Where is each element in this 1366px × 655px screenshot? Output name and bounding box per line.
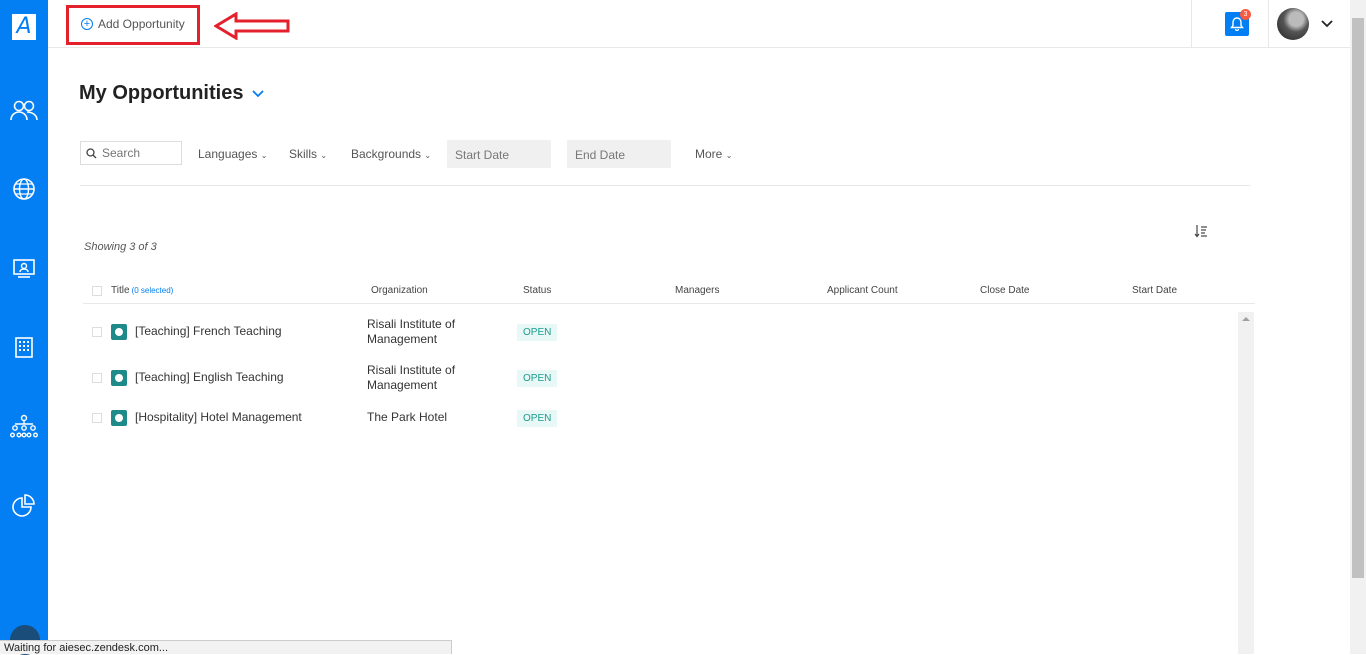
table-header: Title (0 selected) Organization Status Ma…	[83, 280, 1255, 304]
user-avatar[interactable]	[1277, 8, 1309, 40]
globe-icon	[111, 370, 127, 386]
app-logo[interactable]: A	[12, 14, 36, 40]
row-checkbox[interactable]	[92, 373, 102, 383]
column-header-close-date[interactable]: Close Date	[980, 285, 1029, 296]
scroll-up-icon[interactable]	[1238, 312, 1254, 326]
annotation-arrow-icon	[214, 12, 290, 40]
column-header-applicant-count[interactable]: Applicant Count	[827, 285, 898, 296]
row-title[interactable]: [Hospitality] Hotel Management	[135, 410, 302, 424]
search-box[interactable]	[80, 141, 182, 165]
page-scrollbar-thumb[interactable]	[1352, 18, 1364, 578]
notification-count-badge: 3	[1240, 9, 1251, 20]
row-organization: The Park Hotel	[367, 410, 448, 424]
annotation-highlight-box	[66, 5, 200, 45]
monitor-user-icon[interactable]	[9, 253, 39, 283]
column-header-organization[interactable]: Organization	[371, 285, 428, 296]
skills-label: Skills	[289, 147, 318, 161]
table-scrollbar[interactable]	[1238, 312, 1254, 654]
end-date-input[interactable]: End Date	[567, 140, 671, 168]
row-organization: Risali Institute of Management	[367, 363, 456, 392]
pie-chart-icon[interactable]	[9, 490, 39, 520]
globe-icon	[111, 324, 127, 340]
row-title[interactable]: [Teaching] French Teaching	[135, 324, 282, 338]
column-header-title[interactable]: Title (0 selected)	[111, 285, 173, 296]
row-checkbox[interactable]	[92, 413, 102, 423]
column-title-label: Title	[111, 285, 130, 296]
globe-icon[interactable]	[9, 174, 39, 204]
sidebar: A	[0, 0, 48, 654]
hierarchy-icon[interactable]	[9, 411, 39, 441]
row-checkbox[interactable]	[92, 327, 102, 337]
chevron-down-icon[interactable]	[251, 89, 265, 99]
chevron-down-icon: ⌄	[320, 151, 328, 160]
languages-label: Languages	[198, 147, 258, 161]
status-badge: OPEN	[517, 410, 558, 427]
more-label: More	[695, 147, 723, 161]
selected-count: (0 selected)	[131, 286, 174, 295]
column-header-start-date[interactable]: Start Date	[1132, 285, 1177, 296]
skills-dropdown[interactable]: Skills ⌄	[289, 147, 327, 161]
page-title[interactable]: My Opportunities	[79, 82, 265, 105]
filter-bar: Languages ⌄ Skills ⌄ Backgrounds ⌄ Start…	[80, 140, 1250, 186]
results-count: Showing 3 of 3	[84, 241, 157, 253]
building-icon[interactable]	[9, 332, 39, 362]
more-dropdown[interactable]: More ⌄	[695, 147, 732, 161]
globe-icon	[111, 410, 127, 426]
chevron-down-icon[interactable]	[1320, 17, 1334, 31]
status-badge: OPEN	[517, 324, 558, 341]
select-all-checkbox[interactable]	[92, 286, 102, 296]
backgrounds-dropdown[interactable]: Backgrounds ⌄	[351, 147, 431, 161]
chevron-down-icon: ⌄	[424, 151, 432, 160]
table-row[interactable]: [Hospitality] Hotel Management The Park …	[83, 402, 1238, 448]
row-title[interactable]: [Teaching] English Teaching	[135, 370, 284, 384]
status-badge: OPEN	[517, 370, 558, 387]
languages-dropdown[interactable]: Languages ⌄	[198, 147, 267, 161]
chevron-down-icon: ⌄	[260, 151, 268, 160]
row-organization: Risali Institute of Management	[367, 317, 456, 346]
page-title-text: My Opportunities	[79, 82, 244, 104]
start-date-input[interactable]: Start Date	[447, 140, 551, 168]
sort-icon[interactable]	[1194, 224, 1208, 238]
browser-status-bar: Waiting for aiesec.zendesk.com...	[0, 640, 452, 654]
divider	[1268, 0, 1269, 47]
column-header-managers[interactable]: Managers	[675, 285, 719, 296]
divider	[1191, 0, 1192, 47]
table-row[interactable]: [Teaching] French Teaching Risali Instit…	[83, 316, 1238, 362]
column-header-status[interactable]: Status	[523, 285, 551, 296]
chevron-down-icon: ⌄	[725, 151, 733, 160]
search-icon	[86, 147, 97, 158]
people-icon[interactable]	[9, 95, 39, 125]
search-input[interactable]	[102, 146, 177, 160]
backgrounds-label: Backgrounds	[351, 147, 422, 161]
